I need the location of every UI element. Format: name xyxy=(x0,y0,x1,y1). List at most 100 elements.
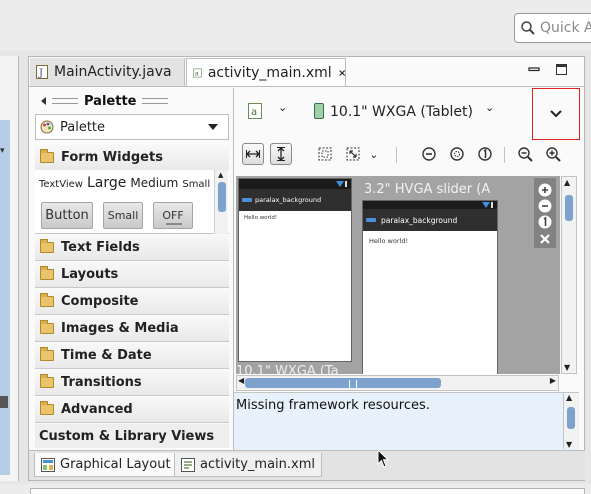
top-toolbar xyxy=(0,0,591,50)
folder-icon xyxy=(40,374,54,388)
scroll-thumb[interactable] xyxy=(218,182,226,212)
scroll-thumb[interactable] xyxy=(565,195,573,221)
app-icon xyxy=(242,198,252,202)
emulate-real-size-button[interactable] xyxy=(342,143,364,165)
category-time-date[interactable]: Time & Date xyxy=(35,343,229,369)
app-icon xyxy=(366,218,376,222)
left-view-marker xyxy=(0,396,8,408)
palette-title: Palette xyxy=(84,93,137,109)
chevron-down-icon[interactable]: ▾ xyxy=(0,146,5,156)
zoom-out-button-2[interactable] xyxy=(514,143,536,165)
action-bar: paralax_background xyxy=(363,209,497,231)
tab-label: activity_main.xml xyxy=(207,64,332,81)
category-layouts[interactable]: Layouts xyxy=(35,262,229,288)
zoom-in-icon[interactable] xyxy=(537,182,553,198)
device-selector[interactable]: 10.1" WXGA (Tablet) xyxy=(330,104,473,120)
folder-open-icon xyxy=(40,149,54,163)
form-widgets-scrollbar[interactable]: ▲ xyxy=(214,170,228,234)
scroll-down-icon[interactable]: ▼ xyxy=(564,363,570,372)
layout-preview-canvas[interactable]: paralax_background Hello world! 10.1" WX… xyxy=(236,176,560,374)
more-options-button[interactable] xyxy=(532,88,580,140)
chevron-down-icon xyxy=(550,110,562,118)
chevron-down-icon[interactable]: ⌄ xyxy=(368,143,380,165)
widget-button[interactable]: Button xyxy=(41,202,93,229)
folder-icon xyxy=(40,239,54,253)
category-advanced[interactable]: Advanced xyxy=(35,397,229,423)
category-form-widgets[interactable]: Form Widgets xyxy=(35,145,229,171)
scroll-thumb[interactable] xyxy=(567,407,575,429)
category-custom-library-views[interactable]: Custom & Library Views xyxy=(35,424,229,448)
close-icon[interactable] xyxy=(338,68,345,78)
actual-size-button[interactable] xyxy=(474,143,496,165)
folder-icon xyxy=(40,266,54,280)
scroll-up-icon[interactable]: ▲ xyxy=(564,178,570,187)
show-layout-bounds-button[interactable] xyxy=(314,143,336,165)
widget-textview[interactable]: TextView xyxy=(39,179,83,190)
drag-grip xyxy=(52,98,78,104)
separator xyxy=(504,147,505,163)
scroll-right-icon[interactable]: ▶ xyxy=(550,376,556,385)
tab-xml-source[interactable]: activity_main.xml xyxy=(174,453,323,477)
zoom-out-button[interactable] xyxy=(418,143,440,165)
collapse-left-icon[interactable] xyxy=(41,97,46,105)
category-label: Text Fields xyxy=(61,240,140,255)
xml-file-icon xyxy=(181,457,195,472)
zoom-100-icon[interactable] xyxy=(537,214,553,230)
category-label: Layouts xyxy=(61,267,119,282)
canvas-horizontal-scrollbar[interactable]: ◀ ▶ xyxy=(236,375,559,391)
widget-medium-text[interactable]: Medium xyxy=(130,176,178,190)
action-bar-title: paralax_background xyxy=(381,215,458,225)
quick-access-field[interactable]: Quick Ac xyxy=(514,13,591,43)
fit-height-button[interactable] xyxy=(270,143,292,165)
folder-icon xyxy=(40,293,54,307)
widget-small-button[interactable]: Small xyxy=(103,202,143,229)
palette-icon xyxy=(40,120,54,134)
category-composite[interactable]: Composite xyxy=(35,289,229,315)
minimize-icon[interactable] xyxy=(528,63,540,75)
zoom-out-icon[interactable] xyxy=(537,198,553,214)
zoom-in-button[interactable] xyxy=(542,143,564,165)
drag-grip xyxy=(142,98,169,104)
widget-small-text[interactable]: Small xyxy=(182,179,210,190)
category-text-fields[interactable]: Text Fields xyxy=(35,235,229,261)
category-label: Time & Date xyxy=(61,348,152,363)
folder-icon xyxy=(40,401,54,415)
device-preview-phone[interactable]: paralax_background Hello world! xyxy=(362,200,498,374)
scroll-left-icon[interactable]: ◀ xyxy=(238,376,244,385)
chevron-down-icon[interactable]: ⌄ xyxy=(278,101,287,114)
search-icon xyxy=(521,21,535,35)
canvas-vertical-scrollbar[interactable]: ▲ ▼ xyxy=(561,176,577,374)
hello-world-text[interactable]: Hello world! xyxy=(244,215,277,221)
widget-large-text[interactable]: Large xyxy=(87,175,126,191)
tab-graphical-layout[interactable]: Graphical Layout xyxy=(34,453,178,477)
close-icon[interactable] xyxy=(538,232,552,246)
layout-file-icon: a xyxy=(193,68,202,77)
widget-toggle-button[interactable]: OFF xyxy=(153,202,193,229)
tab-activity-main-xml[interactable]: a activity_main.xml xyxy=(186,58,346,86)
console-scrollbar[interactable]: ▲ ▼ xyxy=(563,393,578,449)
chevron-down-icon[interactable]: ⌄ xyxy=(485,101,494,114)
zoom-fit-icon xyxy=(450,147,464,161)
category-transitions[interactable]: Transitions xyxy=(35,370,229,396)
category-images-media[interactable]: Images & Media xyxy=(35,316,229,342)
layout-file-icon[interactable]: a xyxy=(248,103,262,119)
tab-mainactivity-java[interactable]: J MainActivity.java xyxy=(30,58,185,86)
java-file-icon: J xyxy=(36,65,48,79)
signal-icon xyxy=(482,202,493,208)
device-preview-tablet[interactable]: paralax_background Hello world! xyxy=(238,178,352,362)
hello-world-text[interactable]: Hello world! xyxy=(369,237,408,245)
maximize-icon[interactable] xyxy=(556,64,567,75)
palette-header: Palette xyxy=(35,92,230,110)
zoom-to-fit-button[interactable] xyxy=(446,143,468,165)
tab-label: activity_main.xml xyxy=(200,457,316,472)
scroll-up-icon[interactable]: ▲ xyxy=(218,171,223,179)
action-bar-title: paralax_background xyxy=(255,196,322,204)
tab-label: Graphical Layout xyxy=(60,457,171,472)
scroll-up-icon[interactable]: ▲ xyxy=(566,393,572,402)
scroll-thumb[interactable] xyxy=(245,378,441,388)
category-label: Advanced xyxy=(61,402,133,417)
scroll-down-icon[interactable]: ▼ xyxy=(566,440,572,449)
palette-mode-dropdown[interactable]: Palette xyxy=(35,114,229,140)
mouse-cursor-icon xyxy=(377,449,389,468)
fit-width-button[interactable] xyxy=(242,143,264,165)
